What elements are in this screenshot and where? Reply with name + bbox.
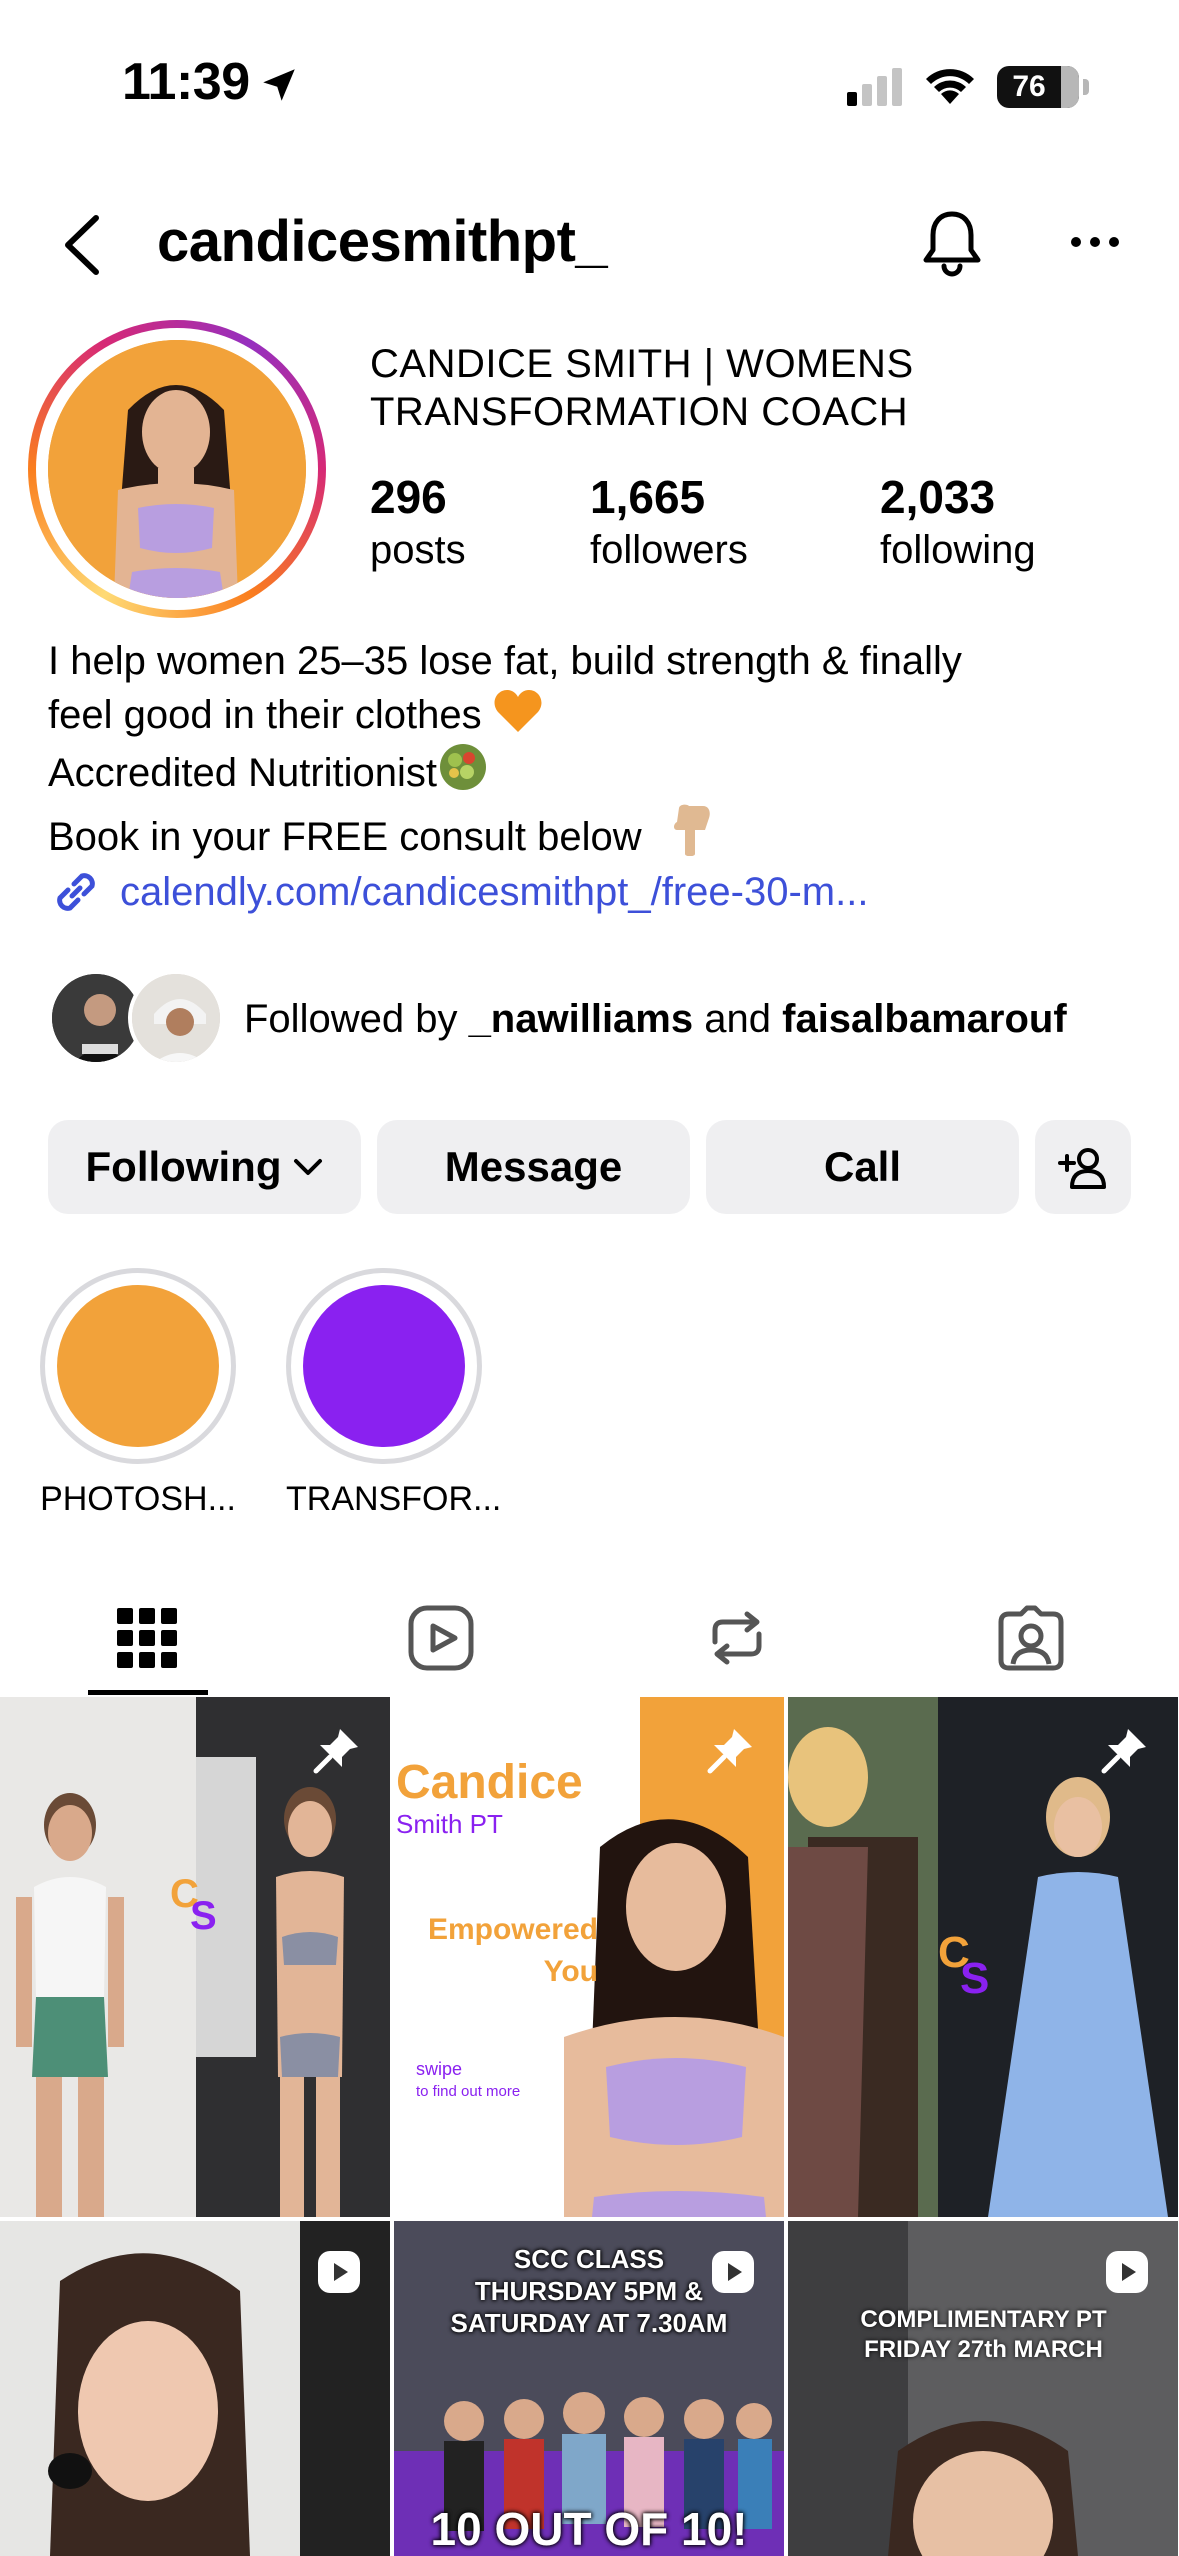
reels-icon bbox=[408, 1605, 474, 1671]
story-highlight-1[interactable]: PHOTOSH... bbox=[40, 1268, 236, 1519]
battery-cap bbox=[1083, 79, 1089, 95]
post-tile-6[interactable]: COMPLIMENTARY PT FRIDAY 27th MARCH bbox=[788, 2221, 1178, 2556]
following-button[interactable]: Following bbox=[48, 1120, 361, 1214]
followed-by-prefix: Followed by bbox=[244, 997, 458, 1041]
profile-display-name: CANDICE SMITH | WOMENS TRANSFORMATION CO… bbox=[370, 342, 914, 434]
location-arrow-icon bbox=[263, 69, 295, 101]
post2-title: Candice bbox=[396, 1756, 583, 1809]
profile-tabs bbox=[0, 1580, 1179, 1696]
mutual-user-2[interactable]: faisalbamarouf bbox=[782, 997, 1067, 1041]
following-label: following bbox=[880, 528, 1036, 572]
back-arrow-icon[interactable] bbox=[58, 212, 108, 278]
followed-by-text: Followed by _nawilliams and faisalbamaro… bbox=[244, 994, 1067, 1044]
highlight-label-2: TRANSFOR... bbox=[286, 1480, 502, 1518]
post5-line3: SATURDAY AT 7.30AM bbox=[450, 2308, 728, 2338]
followers-count: 1,665 bbox=[590, 471, 706, 523]
profile-bio: I help women 25–35 lose fat, build stren… bbox=[48, 634, 1148, 864]
reel-indicator-icon bbox=[712, 2251, 754, 2293]
followed-by-joiner: and bbox=[704, 997, 771, 1041]
more-options-icon[interactable] bbox=[1070, 232, 1120, 252]
message-button[interactable]: Message bbox=[377, 1120, 690, 1214]
mutual-user-1[interactable]: _nawilliams bbox=[469, 997, 694, 1041]
post-tile-1[interactable]: C S bbox=[0, 1697, 390, 2217]
post6-line2: FRIDAY 27th MARCH bbox=[864, 2336, 1103, 2363]
bio-line-1: I help women 25–35 lose fat, build stren… bbox=[48, 639, 962, 683]
stat-followers[interactable]: 1,665 followers bbox=[590, 470, 748, 576]
following-count: 2,033 bbox=[880, 471, 996, 523]
tab-reposts[interactable] bbox=[590, 1580, 884, 1696]
notification-bell-icon[interactable] bbox=[920, 208, 984, 278]
mutual-follower-avatar-2 bbox=[128, 970, 224, 1066]
bio-line-3-text: Accredited Nutritionist bbox=[48, 751, 438, 795]
post-tile-3[interactable]: C S bbox=[788, 1697, 1178, 2217]
followers-label: followers bbox=[590, 528, 748, 572]
profile-link[interactable]: calendly.com/candicesmithpt_/free-30-m..… bbox=[48, 864, 868, 920]
highlight-label-1: PHOTOSH... bbox=[40, 1480, 236, 1518]
reposts-icon bbox=[712, 1611, 762, 1665]
post2-line2: You bbox=[543, 1955, 598, 1988]
tab-reels[interactable] bbox=[294, 1580, 588, 1696]
message-button-label: Message bbox=[444, 1143, 623, 1190]
story-highlight-2[interactable]: TRANSFOR... bbox=[286, 1268, 502, 1519]
pinned-post-icon bbox=[707, 1729, 752, 1774]
active-tab-indicator bbox=[88, 1690, 208, 1695]
post2-line1: Empowered bbox=[427, 1913, 598, 1946]
tab-posts-grid[interactable] bbox=[0, 1580, 294, 1696]
stat-following[interactable]: 2,033 following bbox=[880, 470, 1036, 576]
posts-grid: C S Candice Smith PT Empowered You swipe… bbox=[0, 1697, 1179, 2556]
orange-heart-icon bbox=[494, 690, 542, 732]
bio-line-2-text: feel good in their clothes bbox=[48, 693, 482, 737]
grid-icon bbox=[117, 1608, 177, 1668]
pinned-post-icon bbox=[1101, 1729, 1146, 1774]
wifi-icon bbox=[926, 69, 974, 104]
pinned-post-icon bbox=[313, 1729, 358, 1774]
posts-label: posts bbox=[370, 528, 466, 572]
following-button-label: Following bbox=[85, 1143, 282, 1190]
highlight-cover-orange bbox=[57, 1285, 219, 1447]
profile-avatar[interactable] bbox=[28, 320, 326, 618]
post2-subtitle: Smith PT bbox=[396, 1809, 503, 1839]
avatar-photo bbox=[48, 340, 306, 598]
post2-swipe: swipe bbox=[416, 2059, 463, 2079]
post6-line1: COMPLIMENTARY PT bbox=[860, 2306, 1107, 2333]
profile-username: candicesmithpt_ bbox=[157, 209, 608, 274]
svg-text:S: S bbox=[960, 1954, 989, 2003]
posts-count: 296 bbox=[370, 471, 447, 523]
highlight-cover-purple bbox=[303, 1285, 465, 1447]
profile-link-text[interactable]: calendly.com/candicesmithpt_/free-30-m..… bbox=[120, 870, 868, 915]
tab-tagged[interactable] bbox=[884, 1580, 1178, 1696]
add-person-icon bbox=[1058, 1148, 1106, 1189]
status-bar: 11:39 76 bbox=[0, 0, 1179, 170]
post-tile-4[interactable] bbox=[0, 2221, 390, 2556]
suggested-users-button[interactable] bbox=[1035, 1120, 1131, 1214]
battery-percent: 76 bbox=[1012, 70, 1046, 103]
reel-indicator-icon bbox=[318, 2251, 360, 2293]
post5-banner: 10 OUT OF 10! bbox=[430, 2503, 748, 2555]
bio-line-2: feel good in their clothes bbox=[48, 688, 1148, 742]
chevron-down-icon bbox=[294, 1159, 323, 1175]
bio-line-4: Book in your FREE consult below bbox=[48, 800, 1148, 864]
call-button-label: Call bbox=[823, 1143, 902, 1190]
battery-indicator: 76 bbox=[997, 66, 1079, 108]
call-button[interactable]: Call bbox=[706, 1120, 1019, 1214]
status-time: 11:39 bbox=[122, 53, 250, 111]
cellular-signal-icon bbox=[847, 68, 902, 106]
reel-indicator-icon bbox=[1106, 2251, 1148, 2293]
post-tile-5[interactable]: SCC CLASS THURSDAY 5PM & SATURDAY AT 7.3… bbox=[394, 2221, 784, 2556]
salad-bowl-icon bbox=[440, 744, 487, 790]
tagged-icon bbox=[998, 1605, 1064, 1671]
svg-text:S: S bbox=[190, 1894, 217, 1938]
post2-find-more: to find out more bbox=[416, 2083, 521, 2100]
link-icon bbox=[57, 873, 95, 911]
post-tile-2[interactable]: Candice Smith PT Empowered You swipe to … bbox=[394, 1697, 784, 2217]
stat-posts[interactable]: 296 posts bbox=[370, 470, 466, 576]
bio-line-4-text: Book in your FREE consult below bbox=[48, 815, 642, 859]
pointing-down-icon bbox=[673, 804, 710, 856]
bio-line-3: Accredited Nutritionist bbox=[48, 742, 1148, 800]
followed-by-row[interactable]: Followed by _nawilliams and faisalbamaro… bbox=[48, 970, 1158, 1070]
